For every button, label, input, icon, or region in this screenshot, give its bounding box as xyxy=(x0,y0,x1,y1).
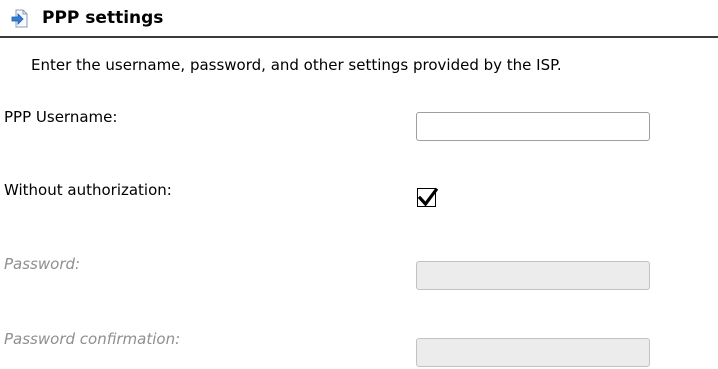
section-title: PPP settings xyxy=(42,8,164,28)
password-confirmation-input[interactable] xyxy=(416,338,650,367)
password-label: Password: xyxy=(4,255,81,273)
ppp-username-label: PPP Username: xyxy=(4,108,118,126)
ppp-username-input[interactable] xyxy=(416,112,650,141)
without-authorization-label: Without authorization: xyxy=(4,181,172,199)
password-input[interactable] xyxy=(416,261,650,290)
section-description: Enter the username, password, and other … xyxy=(31,56,562,74)
password-confirmation-label: Password confirmation: xyxy=(4,330,181,348)
checkmark-icon xyxy=(417,187,439,207)
arrow-into-page-icon xyxy=(11,9,29,28)
without-authorization-checkbox[interactable] xyxy=(417,187,439,207)
section-header: PPP settings xyxy=(0,0,718,38)
